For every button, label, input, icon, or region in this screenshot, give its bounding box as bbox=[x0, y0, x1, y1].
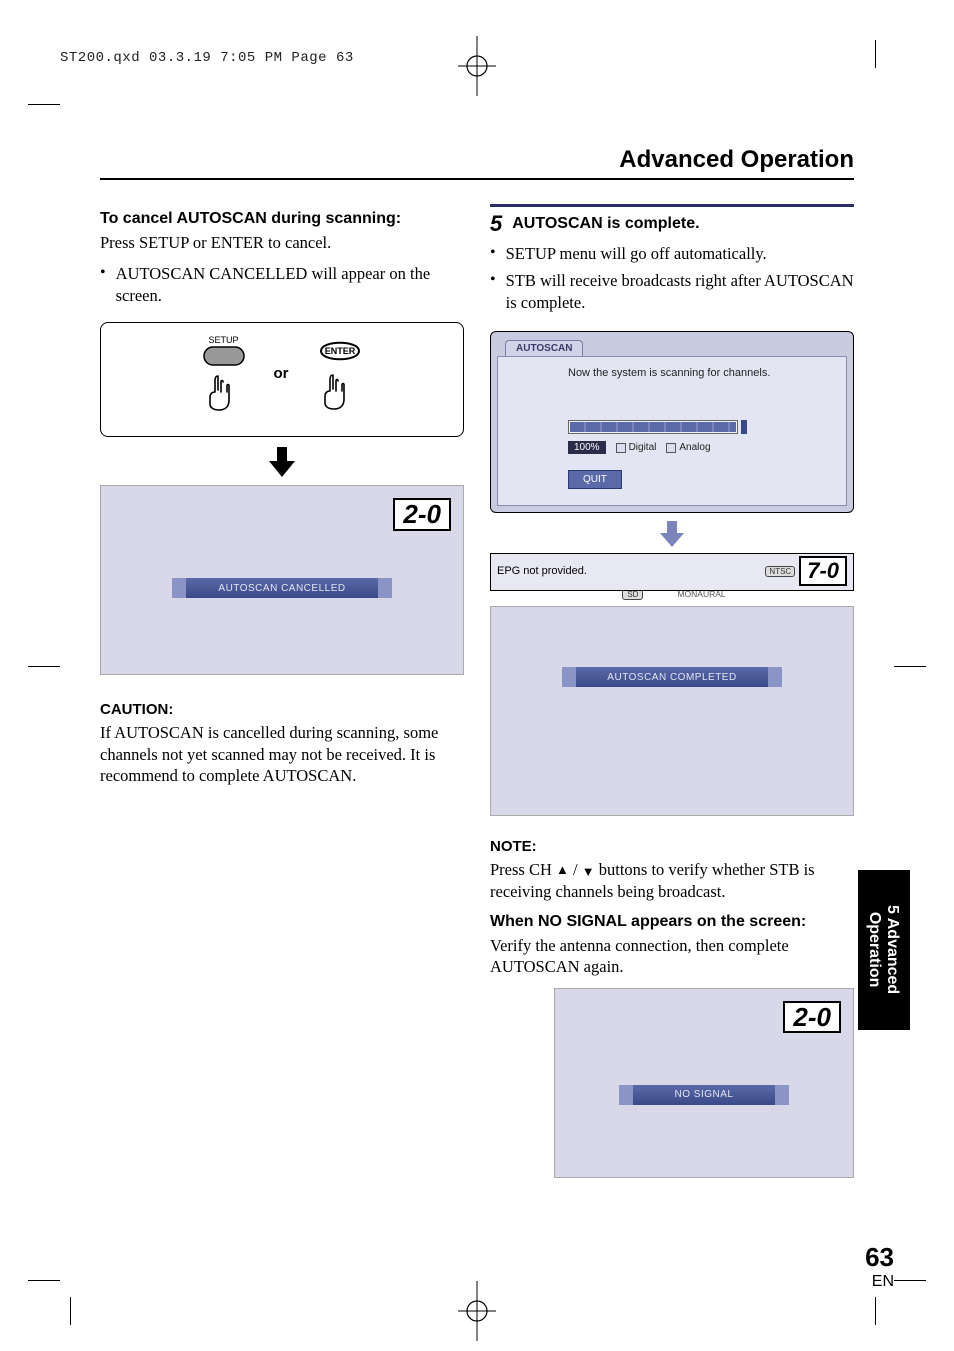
cancel-heading: To cancel AUTOSCAN during scanning: bbox=[100, 210, 464, 228]
caution-heading: CAUTION: bbox=[100, 701, 464, 718]
hand-icon bbox=[202, 372, 236, 412]
screen-cancel: 2-0 AUTOSCAN CANCELLED bbox=[100, 485, 464, 675]
enter-button-icon: ENTER bbox=[317, 336, 363, 366]
osd-banner-completed: AUTOSCAN COMPLETED bbox=[562, 667, 782, 687]
screen-complete: AUTOSCAN COMPLETED bbox=[490, 606, 854, 816]
side-tab: 5 Advanced Operation bbox=[858, 870, 910, 1030]
crop-mark bbox=[28, 1280, 60, 1281]
bullet-dot-icon: • bbox=[490, 270, 496, 289]
osd-banner-cancelled: AUTOSCAN CANCELLED bbox=[172, 578, 392, 598]
setup-button-block: SETUP bbox=[202, 335, 246, 412]
triangle-down-icon: ▼ bbox=[582, 864, 595, 879]
epg-row: EPG not provided. NTSC 7-0 bbox=[490, 553, 854, 591]
page-lang: EN bbox=[872, 1273, 894, 1290]
dialog-body: Now the system is scanning for channels.… bbox=[497, 356, 847, 506]
banner-text: NO SIGNAL bbox=[675, 1089, 734, 1100]
channel-number: 7-0 bbox=[799, 556, 847, 586]
registration-mark-top bbox=[458, 36, 496, 96]
screen-nosignal: 2-0 NO SIGNAL bbox=[554, 988, 854, 1178]
enter-label: ENTER bbox=[324, 346, 355, 356]
setup-button-icon bbox=[202, 345, 246, 367]
bullet-text: AUTOSCAN CANCELLED will appear on the sc… bbox=[116, 263, 464, 306]
hand-icon bbox=[317, 371, 351, 411]
side-tab-text: 5 Advanced Operation bbox=[866, 905, 901, 994]
right-column: 5 AUTOSCAN is complete. • SETUP menu wil… bbox=[490, 204, 854, 1178]
crop-mark bbox=[894, 1280, 926, 1281]
note-text: Press CH ▲ / ▼ buttons to verify whether… bbox=[490, 859, 854, 902]
section-header: Advanced Operation bbox=[60, 146, 854, 174]
crop-mark bbox=[875, 1297, 876, 1325]
note-block: NOTE: Press CH ▲ / ▼ buttons to verify w… bbox=[490, 838, 854, 902]
step-title: AUTOSCAN is complete. bbox=[512, 215, 699, 233]
enter-button-block: ENTER bbox=[317, 336, 363, 411]
legend-row: 100% Digital Analog bbox=[568, 441, 834, 454]
bullet-text: STB will receive broadcasts right after … bbox=[506, 270, 854, 313]
crop-mark bbox=[70, 1297, 71, 1325]
channel-number: 2-0 bbox=[783, 1001, 841, 1034]
nosignal-text: Verify the antenna connection, then comp… bbox=[490, 935, 854, 978]
bullet-item: • SETUP menu will go off automatically. bbox=[490, 243, 854, 264]
content-columns: To cancel AUTOSCAN during scanning: Pres… bbox=[100, 204, 854, 1178]
legend-digital: Digital bbox=[616, 442, 657, 453]
autoscan-dialog: AUTOSCAN Now the system is scanning for … bbox=[490, 331, 854, 513]
banner-text: AUTOSCAN CANCELLED bbox=[218, 583, 345, 594]
progress-bar bbox=[568, 419, 834, 435]
remote-buttons-row: SETUP or ENT bbox=[109, 331, 455, 422]
osd-banner-nosignal: NO SIGNAL bbox=[619, 1085, 789, 1105]
channel-number: 2-0 bbox=[393, 498, 451, 531]
registration-mark-bottom bbox=[458, 1281, 496, 1341]
legend-analog: Analog bbox=[666, 442, 710, 453]
or-label: or bbox=[274, 365, 289, 382]
dialog-tab: AUTOSCAN bbox=[505, 340, 583, 357]
left-column: To cancel AUTOSCAN during scanning: Pres… bbox=[100, 204, 464, 1178]
step-rule bbox=[490, 204, 854, 207]
triangle-up-icon: ▲ bbox=[556, 862, 569, 877]
percent-label: 100% bbox=[568, 441, 606, 454]
page: ST200.qxd 03.3.19 7:05 PM Page 63 Advanc… bbox=[0, 0, 954, 1351]
banner-text: AUTOSCAN COMPLETED bbox=[607, 672, 736, 683]
step-header: 5 AUTOSCAN is complete. bbox=[490, 211, 854, 237]
crop-mark bbox=[894, 666, 926, 667]
bullet-text: SETUP menu will go off automatically. bbox=[506, 243, 767, 264]
nosignal-heading: When NO SIGNAL appears on the screen: bbox=[490, 913, 854, 931]
dialog-message: Now the system is scanning for channels. bbox=[568, 367, 834, 379]
crop-mark bbox=[28, 104, 60, 105]
crop-mark bbox=[875, 40, 876, 68]
ntsc-badge: NTSC bbox=[765, 566, 795, 577]
bullet-item: • AUTOSCAN CANCELLED will appear on the … bbox=[100, 263, 464, 306]
arrow-down-icon bbox=[658, 519, 686, 549]
crop-mark bbox=[28, 666, 60, 667]
caution-block: CAUTION: If AUTOSCAN is cancelled during… bbox=[100, 701, 464, 786]
page-number: 63 bbox=[865, 1242, 894, 1273]
bullet-dot-icon: • bbox=[490, 243, 496, 262]
step-number: 5 bbox=[490, 211, 502, 237]
bullet-item: • STB will receive broadcasts right afte… bbox=[490, 270, 854, 313]
cancel-instruction: Press SETUP or ENTER to cancel. bbox=[100, 232, 464, 253]
setup-label: SETUP bbox=[202, 335, 246, 345]
bullet-dot-icon: • bbox=[100, 263, 106, 282]
arrow-down-icon bbox=[267, 445, 297, 479]
section-rule bbox=[100, 178, 854, 180]
progress-end-icon bbox=[740, 419, 748, 435]
page-footer: 63 EN bbox=[865, 1242, 894, 1291]
note-heading: NOTE: bbox=[490, 838, 854, 855]
epg-text: EPG not provided. bbox=[497, 565, 587, 577]
quit-button[interactable]: QUIT bbox=[568, 470, 622, 489]
caution-text: If AUTOSCAN is cancelled during scanning… bbox=[100, 722, 464, 786]
figure-buttons: SETUP or ENT bbox=[100, 322, 464, 437]
